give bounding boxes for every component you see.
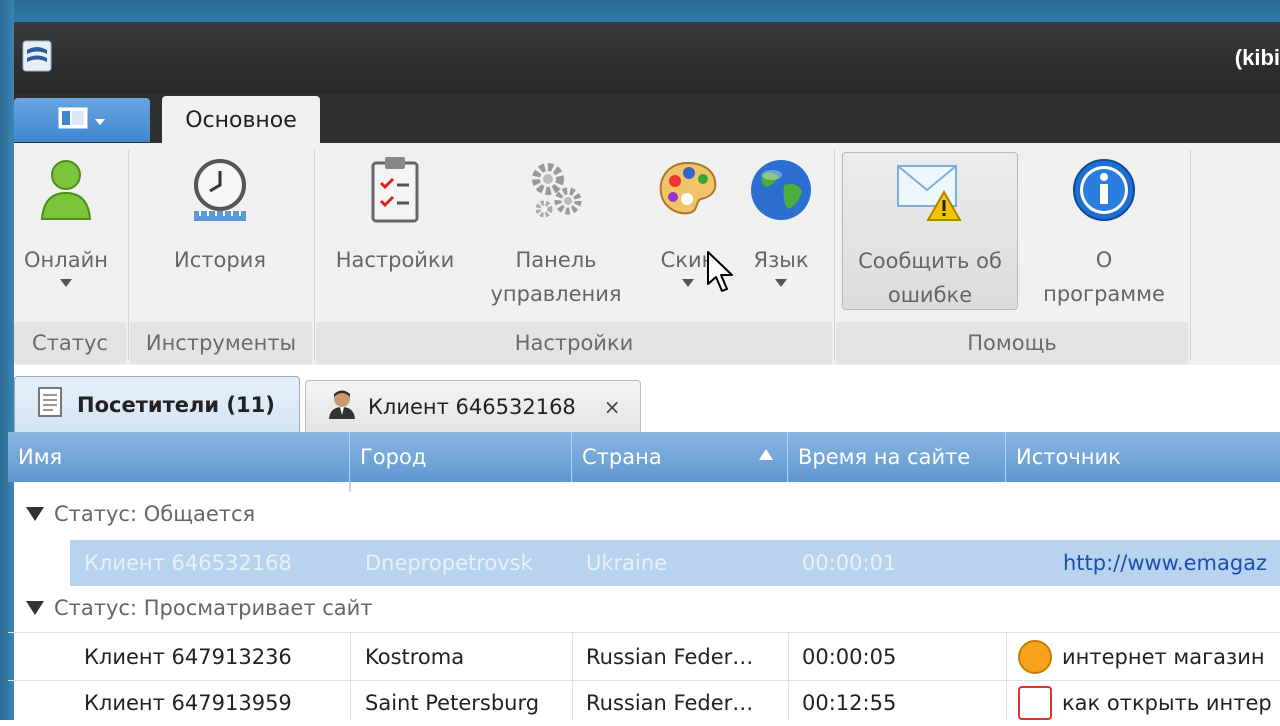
table-row[interactable]: Клиент 647913236 Kostroma Russian Feder…… [8, 634, 1280, 680]
cell-source-text: как открыть интер [1062, 691, 1272, 715]
clipboard-checklist-icon [365, 155, 425, 229]
settings-button[interactable]: Настройки [328, 155, 462, 277]
report-error-label-line2: ошибке [887, 283, 973, 307]
report-error-content: Сообщить об ошибке [842, 158, 1018, 312]
report-error-label-line1: Сообщить об [858, 249, 1002, 273]
column-header-country[interactable]: Страна [572, 432, 788, 482]
window-frame-top [0, 0, 1280, 22]
cell-city: Kostroma [365, 645, 465, 669]
online-label: Онлайн [24, 248, 108, 272]
group-label-tools: Инструменты [130, 322, 312, 364]
app-logo-icon[interactable] [22, 40, 52, 72]
cell-country: Russian Feder… [586, 645, 754, 669]
control-panel-label-line1: Панель [515, 248, 597, 272]
history-button[interactable]: История [160, 155, 280, 277]
cell-source: интернет магазин [1018, 634, 1265, 680]
group-header-label: Статус: Общается [54, 502, 256, 526]
cell-country: Ukraine [586, 551, 668, 575]
window-title: (kibi [1234, 45, 1280, 70]
chevron-down-icon [775, 279, 787, 287]
column-header-label: Страна [582, 445, 662, 469]
column-divider [572, 632, 573, 720]
user-avatar-icon [328, 389, 356, 424]
settings-label: Настройки [335, 248, 455, 272]
language-label: Язык [753, 248, 809, 272]
group-separator [834, 150, 835, 360]
column-divider [1006, 632, 1007, 720]
cell-city: Dnepropetrovsk [365, 551, 533, 575]
mail-warning-icon [894, 158, 966, 228]
row-divider [8, 632, 1280, 633]
column-header-source[interactable]: Источник [1006, 432, 1280, 482]
cell-time: 00:00:01 [802, 551, 897, 575]
user-online-icon [36, 155, 96, 229]
control-panel-button[interactable]: Панель управления [478, 155, 634, 311]
table-row[interactable]: Клиент 647913959 Saint Petersburg Russia… [8, 680, 1280, 726]
online-status-button[interactable]: Онлайн [16, 155, 116, 287]
document-list-icon [37, 387, 63, 422]
cell-city: Saint Petersburg [365, 691, 540, 715]
column-header-label: Город [360, 445, 427, 469]
language-button[interactable]: Язык [740, 155, 822, 287]
cell-name: Клиент 647913959 [84, 691, 292, 715]
info-icon [1071, 155, 1137, 229]
group-separator [314, 150, 315, 360]
cell-source: как открыть интер [1018, 680, 1272, 726]
group-label-status: Статус [14, 322, 126, 364]
yandex-icon [1018, 686, 1052, 720]
table-row[interactable]: Клиент 646532168 Dnepropetrovsk Ukraine … [8, 540, 1280, 586]
cell-name: Клиент 646532168 [84, 551, 292, 575]
sort-ascending-icon [759, 449, 773, 460]
collapse-triangle-icon [26, 601, 44, 615]
table-header: Имя Город Страна Время на сайте Источник [8, 432, 1280, 482]
column-header-city[interactable]: Город [350, 432, 572, 482]
palette-icon [655, 155, 721, 229]
group-header-browsing[interactable]: Статус: Просматривает сайт [26, 596, 373, 620]
application-menu-button[interactable] [14, 98, 150, 142]
globe-icon [748, 155, 814, 229]
cell-time: 00:00:05 [802, 645, 897, 669]
tab-client-label: Клиент 646532168 [368, 394, 576, 419]
cell-source-text: интернет магазин [1062, 645, 1265, 669]
column-divider [788, 632, 789, 720]
control-panel-label-line2: управления [490, 282, 622, 306]
panel-layout-icon [58, 107, 88, 133]
mouse-cursor-icon [706, 250, 736, 298]
column-header-label: Источник [1016, 445, 1121, 469]
cell-time: 00:12:55 [802, 691, 897, 715]
close-tab-icon[interactable]: × [604, 395, 621, 419]
tab-main[interactable]: Основное [162, 96, 320, 144]
group-separator [128, 150, 129, 360]
chevron-down-icon [60, 279, 72, 287]
column-header-time[interactable]: Время на сайте [788, 432, 1006, 482]
cell-country: Russian Feder… [586, 691, 754, 715]
cell-name: Клиент 647913236 [84, 645, 292, 669]
search-engine-icon [1018, 640, 1052, 674]
collapse-triangle-icon [26, 507, 44, 521]
group-separator [1190, 150, 1191, 360]
chevron-down-icon [94, 111, 106, 130]
history-label: История [174, 248, 266, 272]
about-label-line1: О [1095, 248, 1113, 272]
tab-client[interactable]: Клиент 646532168 × [305, 380, 641, 432]
tab-visitors-label: Посетители (11) [77, 392, 275, 417]
column-resize-handle[interactable] [349, 482, 351, 492]
group-header-label: Статус: Просматривает сайт [54, 596, 373, 620]
title-bar [14, 22, 1280, 94]
about-button[interactable]: О программе [1030, 155, 1178, 311]
group-header-chatting[interactable]: Статус: Общается [26, 502, 255, 526]
group-label-settings: Настройки [316, 322, 832, 364]
about-label-line2: программе [1043, 282, 1165, 306]
group-label-help: Помощь [836, 322, 1188, 364]
gears-icon [524, 155, 588, 229]
column-divider [350, 632, 351, 720]
tab-visitors[interactable]: Посетители (11) [14, 376, 300, 432]
column-header-label: Время на сайте [798, 445, 971, 469]
chevron-down-icon [682, 279, 694, 287]
column-header-name[interactable]: Имя [8, 432, 350, 482]
column-header-label: Имя [18, 445, 63, 469]
clock-history-icon [188, 155, 252, 229]
cell-source-link[interactable]: http://www.emagaz [1063, 540, 1267, 586]
